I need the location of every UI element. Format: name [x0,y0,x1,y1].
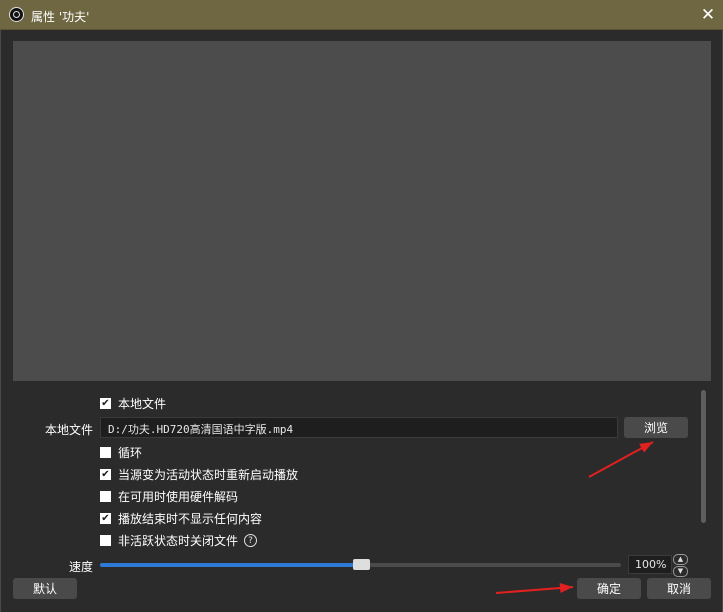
hardware-decoding-checkbox[interactable] [100,490,111,502]
speed-slider-handle[interactable] [352,559,370,570]
speed-slider[interactable] [100,559,621,570]
restart-on-activate-checkbox-row[interactable]: ✔ 当源变为活动状态时重新启动播放 [100,466,298,482]
title-bar: 属性 '功夫' ✕ [0,0,723,30]
browse-annotation-arrow-head [639,442,653,453]
browse-annotation-arrow-shaft [588,441,654,478]
close-when-inactive-checkbox[interactable] [100,534,111,546]
speed-spin-buttons: ▲ ▼ [673,554,688,577]
increase-speed-button[interactable]: ▲ [673,554,688,565]
speed-value-input[interactable]: 100% [628,555,672,574]
cancel-button[interactable]: 取消 [647,578,711,599]
checkbox-label: 非活跃状态时关闭文件 [118,533,239,548]
chevron-up-icon: ▲ [677,555,684,563]
loop-checkbox-row[interactable]: 循环 [100,444,142,460]
checkbox-label: 循环 [118,445,143,460]
ok-annotation-arrow-shaft [495,586,574,594]
check-icon: ✔ [101,468,110,480]
check-icon: ✔ [101,512,110,524]
speed-slider-fill [100,563,361,567]
window-frame-left [0,30,1,612]
check-icon: ✔ [101,397,110,409]
checkbox-label: 播放结束时不显示任何内容 [118,511,263,526]
local-file-checkbox[interactable]: ✔ [100,397,111,409]
checkbox-label: 在可用时使用硬件解码 [118,489,239,504]
decrease-speed-button[interactable]: ▼ [673,566,688,577]
local-file-checkbox-row[interactable]: ✔ 本地文件 [100,395,166,411]
checkbox-label: 本地文件 [118,396,167,411]
ok-annotation-arrow-head [559,583,573,593]
obs-logo-icon [9,7,24,22]
checkbox-label: 当源变为活动状态时重新启动播放 [118,467,299,482]
help-icon[interactable]: ? [244,533,258,547]
loop-checkbox[interactable] [100,446,111,458]
hardware-decoding-checkbox-row[interactable]: 在可用时使用硬件解码 [100,488,238,504]
hide-on-end-checkbox[interactable]: ✔ [100,512,111,524]
scrollbar-thumb[interactable] [701,390,706,523]
close-icon: ✕ [700,4,716,25]
browse-button[interactable]: 浏览 [624,417,688,438]
video-preview [13,41,711,381]
restart-on-activate-checkbox[interactable]: ✔ [100,468,111,480]
chevron-down-icon: ▼ [677,567,684,575]
ok-button[interactable]: 确定 [577,578,641,599]
speed-label: 速度 [69,560,94,574]
close-button[interactable]: ✕ [693,0,723,29]
local-file-label: 本地文件 [45,423,94,437]
file-path-input[interactable]: D:/功夫.HD720高清国语中字版.mp4 [100,417,618,438]
close-when-inactive-checkbox-row[interactable]: 非活跃状态时关闭文件 ? [100,532,258,548]
defaults-button[interactable]: 默认 [13,578,77,599]
properties-scrollbar[interactable] [699,388,709,525]
window-title: 属性 '功夫' [31,10,90,24]
hide-on-end-checkbox-row[interactable]: ✔ 播放结束时不显示任何内容 [100,510,262,526]
